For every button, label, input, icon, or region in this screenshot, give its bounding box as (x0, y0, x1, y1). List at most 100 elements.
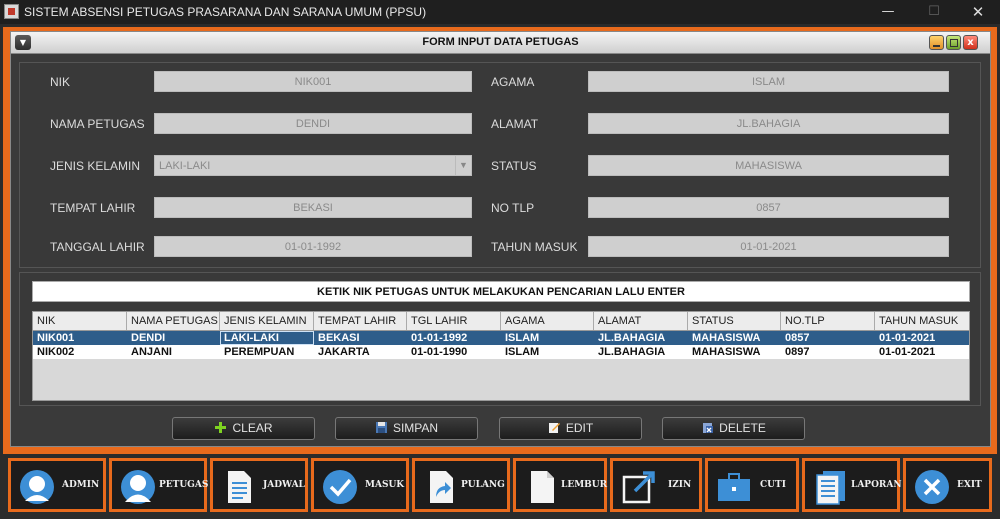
internal-frame-title: FORM INPUT DATA PETUGAS (422, 36, 579, 48)
nik-label: NIK (50, 75, 71, 89)
edit-icon (548, 423, 560, 433)
table-cell: MAHASISWA (692, 346, 761, 358)
tanggal-lahir-field[interactable]: 01-01-1992 (154, 236, 472, 257)
column-header[interactable]: STATUS (688, 312, 781, 330)
search-input[interactable]: KETIK NIK PETUGAS UNTUK MELAKUKAN PENCAR… (32, 281, 970, 302)
report-icon (816, 471, 845, 505)
table-panel: KETIK NIK PETUGAS UNTUK MELAKUKAN PENCAR… (19, 272, 981, 406)
table-row[interactable]: NIK001 DENDI LAKI-LAKI BEKASI 01-01-1992… (33, 331, 969, 345)
status-field[interactable]: MAHASISWA (588, 155, 949, 176)
status-label: STATUS (491, 159, 537, 173)
table-cell: NIK002 (37, 346, 75, 358)
table-cell: 0897 (785, 346, 810, 358)
table-cell: JL.BAHAGIA (598, 346, 666, 358)
share-document-icon (430, 471, 453, 503)
data-table[interactable]: NIK NAMA PETUGAS JENIS KELAMIN TEMPAT LA… (32, 311, 970, 401)
jenis-kelamin-label: JENIS KELAMIN (50, 159, 141, 173)
exit-icon (915, 470, 949, 504)
minimize-button[interactable]: — (865, 0, 911, 24)
chevron-down-icon[interactable]: ▼ (455, 156, 471, 175)
table-cell: ISLAM (505, 346, 540, 358)
window-title: SISTEM ABSENSI PETUGAS PRASARANA DAN SAR… (24, 5, 427, 19)
alamat-field[interactable]: JL.BAHAGIA (588, 113, 949, 134)
edit-label: EDIT (565, 421, 594, 435)
delete-button[interactable]: DELETE (662, 417, 805, 440)
edit-button[interactable]: EDIT (499, 417, 642, 440)
simpan-button[interactable]: SIMPAN (335, 417, 478, 440)
column-header[interactable]: ALAMAT (594, 312, 688, 330)
nav-cuti-label: CUTI (760, 480, 786, 490)
petugas-user-icon (121, 470, 155, 504)
internal-frame-titlebar: ▼ FORM INPUT DATA PETUGAS x (11, 32, 990, 54)
nav-cuti-button[interactable]: CUTI (705, 458, 799, 512)
delete-icon (703, 423, 714, 433)
nama-field[interactable]: DENDI (154, 113, 472, 134)
nik-field[interactable]: NIK001 (154, 71, 472, 92)
table-cell: 01-01-1992 (411, 332, 468, 344)
table-cell: DENDI (131, 332, 166, 344)
table-cell: PEREMPUAN (224, 346, 295, 358)
no-tlp-field[interactable]: 0857 (588, 197, 949, 218)
table-cell: LAKI-LAKI (220, 331, 314, 345)
delete-label: DELETE (719, 421, 766, 435)
nav-masuk-label: MASUK (365, 480, 405, 490)
blank-document-icon (531, 471, 554, 503)
table-header: NIK NAMA PETUGAS JENIS KELAMIN TEMPAT LA… (33, 312, 969, 331)
jenis-kelamin-select[interactable]: LAKI-LAKI ▼ (154, 155, 472, 176)
column-header[interactable]: TAHUN MASUK (875, 312, 969, 330)
agama-field[interactable]: ISLAM (588, 71, 949, 92)
column-header[interactable]: TEMPAT LAHIR (314, 312, 407, 330)
table-row[interactable]: NIK002 ANJANI PEREMPUAN JAKARTA 01-01-19… (33, 345, 969, 359)
table-cell: NIK001 (37, 332, 75, 344)
nav-pulang-label: PULANG (461, 480, 505, 490)
nav-lembur-label: LEMBUR (561, 480, 608, 490)
frame-close-button[interactable]: x (963, 35, 978, 50)
nav-jadwal-label: JADWAL (263, 480, 305, 490)
simpan-label: SIMPAN (392, 421, 439, 435)
nav-admin-button[interactable]: ADMIN (8, 458, 106, 512)
no-tlp-label: NO TLP (491, 201, 535, 215)
nav-lembur-button[interactable]: LEMBUR (513, 458, 607, 512)
document-icon (228, 471, 251, 503)
alamat-label: ALAMAT (491, 117, 539, 131)
column-header[interactable]: NO.TLP (781, 312, 875, 330)
nav-exit-button[interactable]: EXIT (903, 458, 992, 512)
internal-frame: ▼ FORM INPUT DATA PETUGAS x NIK NIK001 N… (10, 31, 991, 447)
close-button[interactable]: ✕ (955, 0, 1000, 24)
nav-masuk-button[interactable]: MASUK (311, 458, 409, 512)
clear-button[interactable]: CLEAR (172, 417, 315, 440)
tahun-masuk-field[interactable]: 01-01-2021 (588, 236, 949, 257)
table-cell: 01-01-1990 (411, 346, 468, 358)
admin-user-icon (20, 470, 54, 504)
column-header[interactable]: NAMA PETUGAS (127, 312, 220, 330)
table-cell: ISLAM (505, 332, 540, 344)
briefcase-icon (718, 473, 750, 501)
clear-label: CLEAR (232, 421, 273, 435)
app-icon (4, 4, 19, 19)
external-link-icon (622, 471, 655, 504)
nav-laporan-button[interactable]: LAPORAN (802, 458, 902, 512)
nav-pulang-button[interactable]: PULANG (412, 458, 510, 512)
plus-icon (215, 422, 227, 433)
nav-izin-button[interactable]: IZIN (610, 458, 702, 512)
tanggal-lahir-label: TANGGAL LAHIR (50, 240, 145, 254)
table-cell: ANJANI (131, 346, 172, 358)
column-header[interactable]: AGAMA (501, 312, 594, 330)
tempat-lahir-field[interactable]: BEKASI (154, 197, 472, 218)
nav-exit-label: EXIT (957, 480, 982, 490)
table-cell: JAKARTA (318, 346, 370, 358)
table-cell: 01-01-2021 (879, 346, 936, 358)
column-header[interactable]: TGL LAHIR (407, 312, 501, 330)
column-header[interactable]: NIK (33, 312, 127, 330)
table-cell: 0857 (785, 332, 810, 344)
nav-jadwal-button[interactable]: JADWAL (210, 458, 308, 512)
nav-petugas-button[interactable]: PETUGAS (109, 458, 209, 512)
frame-minimize-button[interactable] (929, 35, 944, 50)
maximize-button[interactable]: ☐ (911, 0, 957, 24)
tempat-lahir-label: TEMPAT LAHIR (50, 201, 136, 215)
checkmark-icon (323, 470, 357, 504)
nav-petugas-label: PETUGAS (159, 480, 209, 490)
nama-label: NAMA PETUGAS (50, 117, 145, 131)
column-header[interactable]: JENIS KELAMIN (220, 312, 314, 330)
frame-maximize-button[interactable] (946, 35, 961, 50)
